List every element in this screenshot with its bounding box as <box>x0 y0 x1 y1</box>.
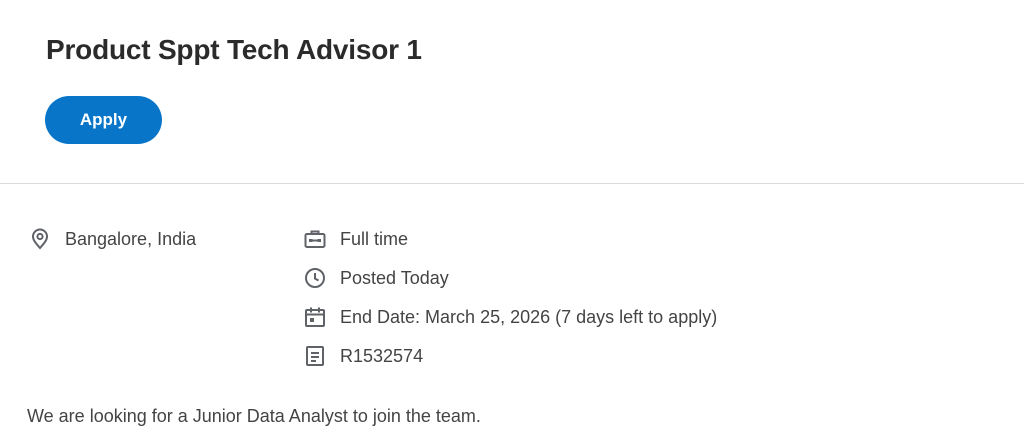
location-pin-icon <box>28 227 52 251</box>
end-date-row: End Date: March 25, 2026 (7 days left to… <box>303 305 717 329</box>
posted-text: Posted Today <box>340 267 449 288</box>
clock-icon <box>303 266 327 290</box>
time-type-row: Full time <box>303 227 408 251</box>
location-row: Bangalore, India <box>28 227 196 251</box>
briefcase-icon <box>303 227 327 251</box>
job-details: Bangalore, India Full time Posted Today <box>0 184 1024 446</box>
time-type-text: Full time <box>340 228 409 249</box>
calendar-icon <box>303 305 327 329</box>
location-text: Bangalore, India <box>65 228 197 249</box>
requisition-row: R1532574 <box>303 344 423 368</box>
posted-row: Posted Today <box>303 266 449 290</box>
requisition-id-text: R1532574 <box>340 345 424 366</box>
apply-button[interactable]: Apply <box>45 96 162 144</box>
job-header: Product Sppt Tech Advisor 1 Apply <box>0 0 1024 184</box>
job-description: We are looking for a Junior Data Analyst… <box>27 406 481 426</box>
document-icon <box>303 344 327 368</box>
job-title: Product Sppt Tech Advisor 1 <box>46 34 422 65</box>
end-date-text: End Date: March 25, 2026 (7 days left to… <box>340 306 718 327</box>
